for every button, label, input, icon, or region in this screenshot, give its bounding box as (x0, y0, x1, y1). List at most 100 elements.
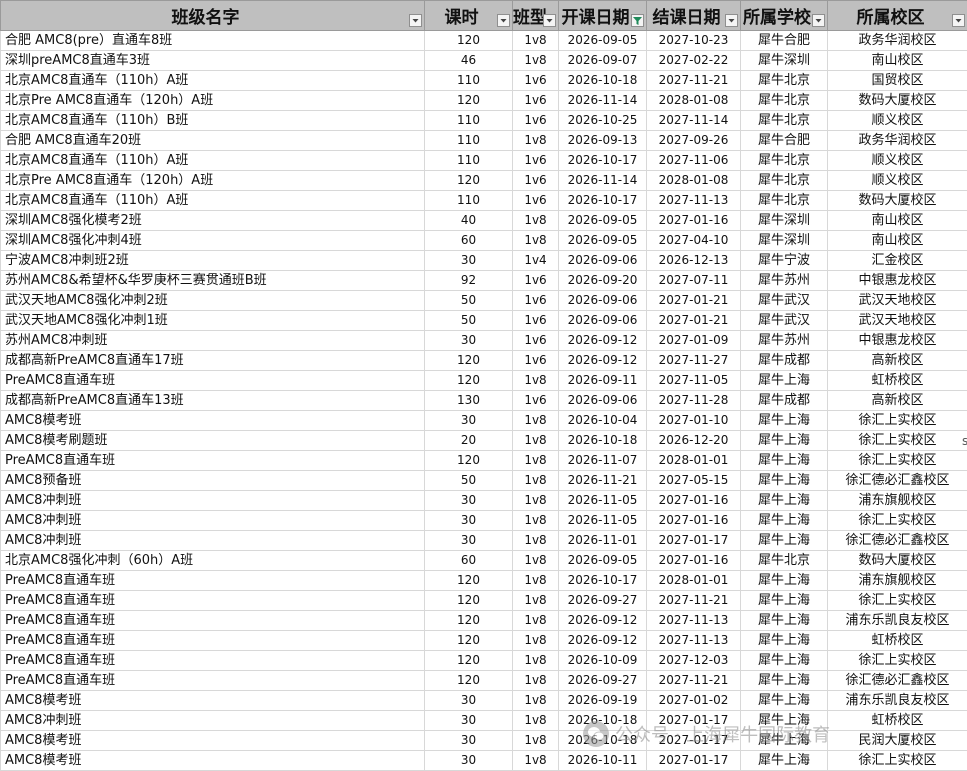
table-cell[interactable]: 犀牛武汉 (741, 311, 828, 331)
table-cell[interactable]: 2026-09-06 (559, 391, 647, 411)
table-cell[interactable]: 2026-11-05 (559, 491, 647, 511)
table-cell[interactable]: 国贸校区 (828, 71, 967, 91)
table-cell[interactable]: 犀牛上海 (741, 671, 828, 691)
table-cell[interactable]: 武汉天地校区 (828, 311, 967, 331)
table-cell[interactable]: 犀牛上海 (741, 751, 828, 771)
table-cell[interactable]: 2027-11-28 (647, 391, 741, 411)
table-cell[interactable]: 30 (425, 751, 513, 771)
table-cell[interactable]: 1v8 (513, 671, 559, 691)
table-cell[interactable]: 120 (425, 651, 513, 671)
table-cell[interactable]: 2027-11-13 (647, 611, 741, 631)
table-cell[interactable]: 犀牛上海 (741, 591, 828, 611)
table-cell[interactable]: 1v8 (513, 731, 559, 751)
column-header-5[interactable]: 所属学校 (741, 1, 828, 31)
table-cell[interactable]: 1v8 (513, 231, 559, 251)
table-cell[interactable]: 1v6 (513, 151, 559, 171)
table-cell[interactable]: 30 (425, 491, 513, 511)
table-cell[interactable]: 110 (425, 71, 513, 91)
table-cell[interactable]: 2027-01-16 (647, 211, 741, 231)
table-cell[interactable]: 30 (425, 731, 513, 751)
table-cell[interactable]: 犀牛上海 (741, 511, 828, 531)
table-cell[interactable]: 2026-12-13 (647, 251, 741, 271)
table-cell[interactable]: 2027-12-03 (647, 651, 741, 671)
table-cell[interactable]: 50 (425, 291, 513, 311)
table-cell[interactable]: 2026-09-06 (559, 251, 647, 271)
table-cell[interactable]: 政务华润校区 (828, 31, 967, 51)
table-cell[interactable]: 1v8 (513, 751, 559, 771)
column-header-0[interactable]: 班级名字 (1, 1, 425, 31)
table-cell[interactable]: 浦东旗舰校区 (828, 491, 967, 511)
table-cell[interactable]: 2026-11-05 (559, 511, 647, 531)
table-cell[interactable]: 犀牛上海 (741, 571, 828, 591)
table-cell[interactable]: 南山校区 (828, 211, 967, 231)
table-cell[interactable]: 徐汇德必汇鑫校区 (828, 531, 967, 551)
table-cell[interactable]: 深圳preAMC8直通车3班 (1, 51, 425, 71)
table-cell[interactable]: 1v8 (513, 691, 559, 711)
table-cell[interactable]: 犀牛北京 (741, 551, 828, 571)
table-cell[interactable]: 2026-11-01 (559, 531, 647, 551)
table-cell[interactable]: 1v8 (513, 471, 559, 491)
table-cell[interactable]: 120 (425, 591, 513, 611)
table-cell[interactable]: 2027-05-15 (647, 471, 741, 491)
table-cell[interactable]: 2026-09-12 (559, 351, 647, 371)
table-cell[interactable]: 犀牛北京 (741, 191, 828, 211)
table-cell[interactable]: 浦东乐凯良友校区 (828, 611, 967, 631)
filter-dropdown-icon[interactable] (497, 14, 510, 27)
table-cell[interactable]: 1v8 (513, 531, 559, 551)
table-cell[interactable]: 2027-01-17 (647, 711, 741, 731)
table-cell[interactable]: 徐汇上实校区 (828, 411, 967, 431)
table-cell[interactable]: 1v8 (513, 51, 559, 71)
table-cell[interactable]: 犀牛上海 (741, 491, 828, 511)
table-cell[interactable]: 30 (425, 711, 513, 731)
table-cell[interactable]: 高新校区 (828, 351, 967, 371)
table-cell[interactable]: 1v6 (513, 191, 559, 211)
table-cell[interactable]: 40 (425, 211, 513, 231)
table-cell[interactable]: AMC8模考班 (1, 411, 425, 431)
table-cell[interactable]: PreAMC8直通车班 (1, 651, 425, 671)
table-cell[interactable]: 浦东旗舰校区 (828, 571, 967, 591)
filter-dropdown-icon[interactable] (409, 14, 422, 27)
table-cell[interactable]: 犀牛上海 (741, 611, 828, 631)
table-cell[interactable]: 2026-11-14 (559, 91, 647, 111)
table-cell[interactable]: PreAMC8直通车班 (1, 571, 425, 591)
table-cell[interactable]: 宁波AMC8冲刺班2班 (1, 251, 425, 271)
table-cell[interactable]: 1v6 (513, 91, 559, 111)
table-cell[interactable]: 深圳AMC8强化冲刺4班 (1, 231, 425, 251)
table-cell[interactable]: 1v8 (513, 491, 559, 511)
table-cell[interactable]: 北京Pre AMC8直通车（120h）A班 (1, 91, 425, 111)
table-cell[interactable]: PreAMC8直通车班 (1, 451, 425, 471)
table-cell[interactable]: 数码大厦校区 (828, 551, 967, 571)
table-cell[interactable]: 2026-10-17 (559, 191, 647, 211)
table-cell[interactable]: 1v8 (513, 651, 559, 671)
table-cell[interactable]: AMC8冲刺班 (1, 491, 425, 511)
table-cell[interactable]: 犀牛深圳 (741, 231, 828, 251)
table-cell[interactable]: 2026-10-17 (559, 571, 647, 591)
table-cell[interactable]: 2026-09-06 (559, 311, 647, 331)
table-cell[interactable]: 1v8 (513, 551, 559, 571)
column-header-3[interactable]: 开课日期 (559, 1, 647, 31)
table-cell[interactable]: 1v8 (513, 571, 559, 591)
column-header-1[interactable]: 课时 (425, 1, 513, 31)
table-cell[interactable]: 2027-11-13 (647, 631, 741, 651)
table-cell[interactable]: 武汉天地AMC8强化冲刺2班 (1, 291, 425, 311)
table-cell[interactable]: 2027-01-17 (647, 531, 741, 551)
table-cell[interactable]: 2026-09-11 (559, 371, 647, 391)
table-cell[interactable]: 徐汇上实校区 (828, 751, 967, 771)
table-cell[interactable]: AMC8冲刺班 (1, 531, 425, 551)
table-cell[interactable]: 50 (425, 311, 513, 331)
table-cell[interactable]: 1v8 (513, 211, 559, 231)
table-cell[interactable]: 60 (425, 231, 513, 251)
table-cell[interactable]: 汇金校区 (828, 251, 967, 271)
table-cell[interactable]: 2026-10-11 (559, 751, 647, 771)
table-cell[interactable]: 2026-09-12 (559, 631, 647, 651)
table-cell[interactable]: 数码大厦校区 (828, 91, 967, 111)
table-cell[interactable]: 合肥 AMC8直通车20班 (1, 131, 425, 151)
table-cell[interactable]: 1v6 (513, 71, 559, 91)
table-cell[interactable]: 60 (425, 551, 513, 571)
table-cell[interactable]: 120 (425, 371, 513, 391)
table-cell[interactable]: 30 (425, 531, 513, 551)
table-cell[interactable]: PreAMC8直通车班 (1, 671, 425, 691)
table-cell[interactable]: 50 (425, 471, 513, 491)
table-cell[interactable]: 20 (425, 431, 513, 451)
table-cell[interactable]: 1v8 (513, 31, 559, 51)
